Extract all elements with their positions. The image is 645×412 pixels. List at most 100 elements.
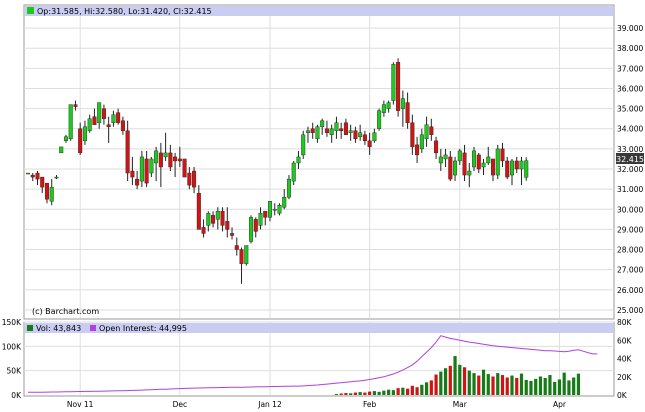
candle-body: [44, 182, 49, 200]
candle-body: [481, 162, 486, 168]
candle-body: [329, 128, 334, 135]
volume-bar: [553, 381, 557, 395]
volume-bar: [458, 364, 462, 395]
volume-bar: [486, 374, 490, 395]
candle-body: [244, 245, 249, 264]
candle-body: [211, 215, 216, 224]
candle-body: [381, 104, 386, 113]
oi-tick-label: 20K: [617, 373, 633, 382]
price-tick-label: 39.000: [617, 24, 643, 33]
candle-body: [26, 172, 31, 175]
candle-body: [457, 150, 462, 162]
candle-body: [30, 174, 35, 178]
volume-bar: [377, 391, 381, 395]
candle-body: [277, 205, 282, 214]
candle-body: [173, 156, 178, 162]
candle-body: [144, 158, 149, 184]
volume-tick-label: 0K: [11, 391, 22, 400]
candle-body: [258, 213, 263, 226]
candle-body: [177, 158, 182, 162]
price-tick-label: 36.000: [617, 84, 643, 93]
candle-body: [196, 192, 201, 230]
candle-body: [429, 126, 434, 135]
price-tick-label: 32.000: [617, 165, 643, 174]
volume-bar: [481, 369, 486, 395]
volume-bar: [567, 380, 571, 395]
oi-legend-swatch: [90, 325, 96, 331]
price-tick-label: 34.000: [617, 125, 643, 134]
candle-body: [106, 124, 111, 127]
volume-bar: [429, 380, 433, 395]
candle-body: [476, 154, 481, 170]
candle-body: [367, 140, 372, 148]
volume-bar: [576, 373, 581, 395]
volume-bar: [519, 373, 524, 395]
volume-bar: [524, 379, 528, 395]
volume-bar: [406, 388, 410, 395]
candle-body: [415, 144, 420, 156]
volume-bar: [420, 384, 424, 395]
volume-bar: [472, 373, 476, 395]
date-tick-label: Mar: [453, 400, 468, 409]
candle-body: [419, 134, 424, 150]
candle-body: [505, 160, 510, 178]
oi-tick-label: 80K: [617, 318, 633, 327]
copyright-label: (c) Barchart.com: [32, 307, 99, 316]
candle-body: [453, 160, 458, 176]
volume-bar: [334, 394, 339, 395]
volume-bar: [462, 367, 467, 395]
volume-bar: [415, 387, 419, 395]
candle-body: [424, 124, 429, 140]
candle-body: [154, 150, 159, 164]
price-axis: 39.000 38.000 37.000 36.000 35.000 34.000 33.0…: [617, 24, 643, 315]
candle-body: [358, 132, 363, 137]
candle-body: [130, 170, 135, 178]
volume-tick-label: 50K: [7, 367, 23, 376]
volume-tick-label: 150K: [2, 318, 22, 327]
candle-body: [230, 233, 235, 236]
date-tick-label: Feb: [363, 400, 377, 409]
volume-bar: [401, 387, 405, 395]
candle-body: [495, 148, 500, 176]
volume-bar: [529, 380, 533, 395]
candle-body: [253, 219, 258, 232]
candle-body: [82, 126, 87, 142]
candle-body: [282, 196, 287, 208]
volume-bar: [543, 377, 547, 395]
candle-body: [519, 160, 524, 170]
candle-body: [206, 213, 211, 226]
candle-body: [405, 102, 410, 123]
volume-legend-swatch: [27, 325, 33, 331]
candle-body: [63, 136, 68, 142]
price-tick-label: 29.000: [617, 225, 643, 234]
volume-bar: [534, 378, 538, 395]
candle-body: [234, 245, 239, 250]
last-price-badge: 32.415: [616, 153, 644, 164]
volume-bar: [538, 376, 543, 395]
candle-body: [35, 172, 40, 180]
candle-body: [443, 154, 448, 160]
oi-tick-label: 60K: [617, 336, 633, 345]
candle-body: [220, 211, 225, 226]
candle-body: [272, 209, 277, 211]
candle-body: [467, 170, 472, 176]
candle-body: [49, 186, 54, 202]
candle-body: [201, 227, 206, 234]
open-interest-axis: 80K 60K 40K 20K 0K: [617, 318, 633, 400]
volume-bar: [434, 374, 438, 395]
volume-bar: [424, 382, 429, 395]
candle-body: [101, 108, 106, 119]
price-tick-label: 28.000: [617, 246, 643, 255]
candle-body: [301, 134, 306, 156]
candle-body: [434, 140, 439, 154]
candle-body: [296, 156, 301, 164]
volume-bar: [500, 375, 505, 395]
candle-body: [267, 201, 272, 218]
last-price-label: 32.415: [616, 155, 644, 164]
volume-bar: [391, 390, 395, 395]
candle-body: [225, 221, 230, 230]
candle-body: [92, 116, 97, 125]
price-tick-label: 27.000: [617, 266, 643, 275]
candle-body: [149, 158, 154, 174]
candle-body: [40, 176, 45, 188]
